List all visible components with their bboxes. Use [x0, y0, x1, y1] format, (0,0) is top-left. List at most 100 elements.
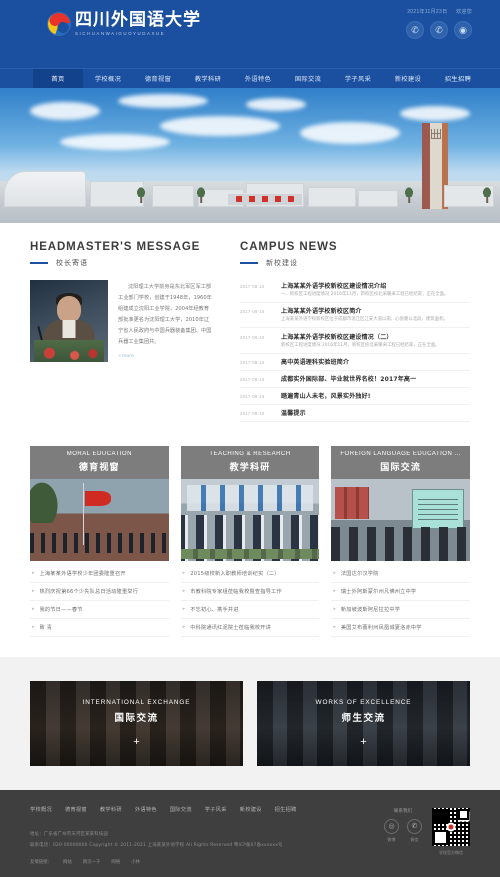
news-title[interactable]: 成都实外国际部、毕业就世界名校！2017年高一 — [281, 374, 416, 383]
footer-nav-teaching-research[interactable]: 教学科研 — [100, 806, 122, 813]
news-item[interactable]: 2017-08-15 成都实外国际部、毕业就世界名校！2017年高一 — [240, 371, 470, 388]
news-title[interactable]: 踏遍青山人未老，风景实外独好! — [281, 391, 371, 400]
nav-item-school-overview[interactable]: 学校概况 — [83, 69, 133, 88]
phone-icon[interactable]: ✆ — [406, 21, 424, 39]
footer-address: 地址：广东省广州市天河区某某科技园 — [30, 831, 109, 837]
nav-item-campus-construction[interactable]: 新校建设 — [383, 69, 433, 88]
news-title[interactable]: 上海某某外语学校新校区建设情况（二） — [281, 332, 393, 341]
news-title[interactable]: 温馨提示 — [281, 408, 306, 417]
feature-banners-section: INTERNATIONAL EXCHANGE 国际交流 + WORKS OF E… — [0, 656, 500, 790]
list-item-label[interactable]: 不忘初心、携手并进 — [190, 606, 239, 613]
bullet-icon: ▸ — [333, 570, 336, 577]
classroom-students-photo[interactable] — [180, 478, 320, 561]
card-header[interactable]: FOREIGN LANGUAGE EDUCATION ... 国际交流 — [331, 445, 471, 479]
site-logo[interactable]: 四川外国语大学 SICHUANWAIGUOYUDAXUE — [48, 12, 201, 36]
bullet-icon: ▸ — [32, 570, 35, 577]
nav-item-home[interactable]: 首页 — [33, 69, 83, 88]
card-header[interactable]: TEACHING & RESEARCH 教学科研 — [180, 445, 320, 479]
header-utility-area: 2021年11月23日 欢迎您 ✆ ✆ ◉ — [400, 8, 472, 39]
friend-link[interactable]: 网页一于 — [83, 859, 101, 865]
nav-item-student-style[interactable]: 学子风采 — [333, 69, 383, 88]
list-item[interactable]: ▸ 不忘初心、携手并进 — [180, 601, 320, 619]
list-item[interactable]: ▸ 市教科院专家组莅临我校督查指导工作 — [180, 583, 320, 601]
list-item-label[interactable]: 中科院通讯红泥院士莅临我校开讲 — [190, 624, 271, 631]
nav-item-admissions[interactable]: 招生招聘 — [433, 69, 483, 88]
news-item[interactable]: 2017-08-15 上海某某外语学校新校区建设情况介绍 一、新校区工程进度情况… — [240, 277, 470, 303]
friend-link[interactable]: 网站 — [63, 859, 72, 865]
current-date: 2021年11月23日 — [407, 9, 448, 15]
nav-item-international-exchange[interactable]: 国际交流 — [283, 69, 333, 88]
weibo-icon[interactable]: ◎ — [384, 818, 399, 834]
bullet-icon: ▸ — [333, 588, 336, 595]
list-item[interactable]: ▸ 瑞士外阿斯蒙尔州凡佛州立中学 — [331, 583, 471, 601]
flag-raising-ceremony-photo[interactable] — [30, 478, 169, 561]
news-item[interactable]: 2017-08-15 上海某某外语学校新校区建设情况（二） 新校区工程进度情况 … — [240, 328, 470, 354]
nav-item-teaching-research[interactable]: 教学科研 — [183, 69, 233, 88]
footer-nav-moral-education[interactable]: 德育视窗 — [65, 806, 87, 813]
footer-navigation: 学校概况 德育视窗 教学科研 外语特色 国际交流 学子风采 新校建设 招生招聘 — [30, 806, 384, 813]
banner-international-exchange[interactable]: INTERNATIONAL EXCHANGE 国际交流 + — [30, 680, 243, 766]
card-title-en: TEACHING & RESEARCH — [209, 450, 291, 457]
footer-nav-school-overview[interactable]: 学校概况 — [30, 806, 52, 813]
banner-title-en: INTERNATIONAL EXCHANGE — [82, 698, 191, 706]
qr-code-icon — [432, 807, 470, 846]
news-title[interactable]: 上海某某外语学校新校区简介 — [281, 306, 362, 315]
card-header[interactable]: MORAL EDUCATION 德育视窗 — [30, 445, 169, 479]
news-title[interactable]: 上海某某外语学校新校区建设情况介绍 — [281, 281, 386, 290]
banner-expand-button[interactable]: + — [133, 736, 139, 748]
news-date: 2017-08-15 — [240, 411, 265, 417]
list-item[interactable]: ▸ 2015级校新入职教师培训纪实（二） — [180, 565, 320, 583]
friend-link[interactable]: 网络 — [111, 859, 120, 865]
news-title[interactable]: 高中英语理科实验班简介 — [281, 357, 349, 366]
list-item-label[interactable]: 法国达尔汉学院 — [341, 570, 379, 577]
list-item-label[interactable]: 美国艾布蕾利州凤凰城夏洛赤中学 — [341, 624, 422, 631]
list-item[interactable]: ▸ 热烈庆祝第66个少先队总日活动隆重举行 — [30, 583, 169, 601]
banner-works-of-excellence[interactable]: WORKS OF EXCELLENCE 师生交流 + — [257, 680, 470, 766]
wechat-icon[interactable]: ✆ — [407, 818, 422, 834]
headmaster-title-cn: 校长寄语 — [56, 259, 88, 267]
news-summary: 一、新校区工程进度情况 2016年11月，新校区校北采暖采工程已经结束，正在全面… — [281, 291, 449, 297]
weibo-icon[interactable]: ◉ — [454, 21, 472, 39]
main-navigation: 首页 学校概况 德育视窗 教学科研 外语特色 国际交流 学子风采 新校建设 招生… — [0, 68, 500, 88]
header-meta: 2021年11月23日 欢迎您 — [400, 8, 472, 15]
card-title-cn: 德育视窗 — [78, 462, 120, 473]
news-summary: 新校区工程进度情况 2016年11月，新校区校北采暖采工程已经结束，正在全面。 — [281, 342, 440, 348]
list-item-label[interactable]: 我的节日——春节 — [40, 606, 83, 613]
list-item-label[interactable]: 上海某某外语学校少年团委隆重召开 — [40, 570, 126, 577]
logo-title-en: SICHUANWAIGUOYUDAXUE — [75, 31, 166, 36]
footer-nav-international-exchange[interactable]: 国际交流 — [170, 806, 192, 813]
list-item-label[interactable]: 热烈庆祝第66个少先队总日活动隆重举行 — [40, 588, 139, 595]
footer-nav-foreign-language[interactable]: 外语特色 — [135, 806, 157, 813]
bullet-icon: ▸ — [182, 606, 186, 613]
footer-nav-student-style[interactable]: 学子风采 — [205, 806, 227, 813]
friend-link[interactable]: 小林 — [131, 859, 140, 865]
list-item[interactable]: ▸ 上海某某外语学校少年团委隆重召开 — [30, 565, 169, 583]
list-item-label[interactable]: 新加坡波斯阿尼拉拉中学 — [341, 606, 400, 613]
news-item[interactable]: 2017-08-15 上海某某外语学校新校区简介 上海某某外语学校新校区位于成都… — [240, 303, 470, 329]
list-item[interactable]: ▸ 法国达尔汉学院 — [331, 565, 471, 583]
headmaster-more-link[interactable]: +more — [118, 354, 212, 359]
wechat-icon[interactable]: ✆ — [430, 21, 448, 39]
news-item[interactable]: 2017-08-15 高中英语理科实验班简介 — [240, 354, 470, 371]
list-item-label[interactable]: 瑞士外阿斯蒙尔州凡佛州立中学 — [341, 588, 416, 595]
card-title-cn: 国际交流 — [380, 462, 422, 473]
list-item[interactable]: ▸ 美国艾布蕾利州凤凰城夏洛赤中学 — [331, 619, 471, 637]
nav-item-foreign-language[interactable]: 外语特色 — [233, 69, 283, 88]
card-teaching-research: TEACHING & RESEARCH 教学科研 ▸ 2015级校新入职教师培训… — [180, 445, 320, 637]
list-item[interactable]: ▸ 致 青 — [30, 619, 169, 637]
list-item-label[interactable]: 2015级校新入职教师培训纪实（二） — [190, 570, 279, 577]
footer-info-lines: 地址：广东省广州市天河区某某科技园 联系电话：020-00000000 Copy… — [30, 829, 384, 851]
footer-nav-campus-construction[interactable]: 新校建设 — [240, 806, 262, 813]
list-item-label[interactable]: 市教科院专家组莅临我校督查指导工作 — [190, 588, 282, 595]
presentation-lecture-photo[interactable] — [331, 478, 471, 561]
news-item[interactable]: 2017-08-15 踏遍青山人未老，风景实外独好! — [240, 388, 470, 405]
list-item[interactable]: ▸ 中科院通讯红泥院士莅临我校开讲 — [180, 619, 320, 637]
wechat-label: 微信 — [410, 836, 419, 842]
list-item[interactable]: ▸ 我的节日——春节 — [30, 601, 169, 619]
nav-item-moral-education[interactable]: 德育视窗 — [133, 69, 183, 88]
banner-expand-button[interactable]: + — [360, 736, 366, 748]
list-item-label[interactable]: 致 青 — [40, 624, 53, 631]
news-item[interactable]: 2017-08-15 温馨提示 — [240, 405, 470, 422]
footer-nav-admissions[interactable]: 招生招聘 — [275, 806, 297, 813]
list-item[interactable]: ▸ 新加坡波斯阿尼拉拉中学 — [331, 601, 471, 619]
